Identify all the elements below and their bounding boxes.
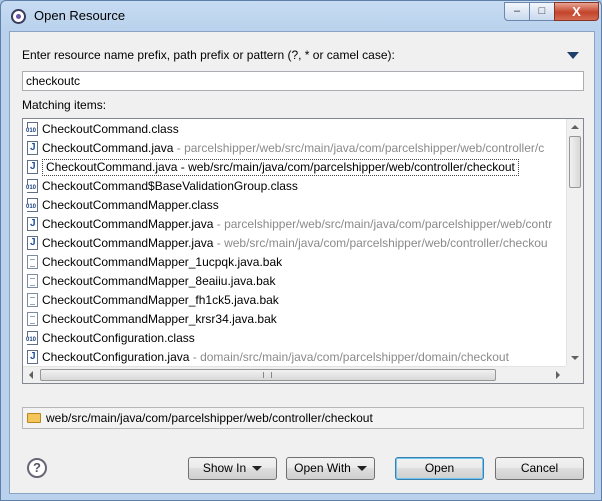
item-text: CheckoutCommandMapper_8eaiiu.java.bak [42,274,275,288]
java-file-icon [27,159,38,174]
scroll-left-icon[interactable] [29,371,33,379]
open-resource-dialog: Open Resource ‒ □ X Enter resource name … [0,0,602,501]
open-label: Open [424,461,455,475]
minimize-icon: ‒ [513,5,521,17]
text-file-icon [27,273,38,288]
minimize-button[interactable]: ‒ [504,2,530,21]
scroll-right-icon[interactable] [556,371,560,379]
matching-items-label: Matching items: [22,98,107,112]
list-item[interactable]: CheckoutCommandMapper_krsr34.java.bak [23,310,565,329]
selected-item-location: web/src/main/java/com/parcelshipper/web/… [22,407,584,429]
matching-items-rows: CheckoutCommand.class CheckoutCommand.jav… [23,119,565,364]
eclipse-icon [11,9,26,24]
scroll-down-icon[interactable] [571,356,579,360]
resource-search-input[interactable] [22,71,584,91]
list-item[interactable]: CheckoutCommandMapper.java - web/src/mai… [23,234,565,253]
pattern-prompt-label: Enter resource name prefix, path prefix … [22,48,395,62]
item-name: CheckoutConfiguration.java [42,350,190,364]
scroll-up-icon[interactable] [571,125,579,129]
maximize-icon: □ [538,5,546,17]
java-file-icon [27,216,38,231]
list-item[interactable]: CheckoutConfiguration.class [23,329,565,348]
cancel-button[interactable]: Cancel [495,457,584,480]
class-file-icon [26,330,38,345]
item-text: CheckoutCommand$BaseValidationGroup.clas… [42,179,298,193]
location-path: web/src/main/java/com/parcelshipper/web/… [46,411,373,425]
java-file-icon [27,235,38,250]
item-text: CheckoutCommandMapper.java - web/src/mai… [42,236,548,250]
class-file-icon [26,178,38,193]
list-item-selected[interactable]: CheckoutCommand.java - web/src/main/java… [23,158,565,177]
list-item[interactable]: CheckoutCommandMapper.java - parcelshipp… [23,215,565,234]
item-text: CheckoutCommandMapper_krsr34.java.bak [42,312,277,326]
item-path: - web/src/main/java/com/parcelshipper/we… [213,236,548,250]
vertical-scroll-thumb[interactable] [569,136,581,188]
item-name: CheckoutCommand.java [46,160,178,174]
horizontal-scrollbar[interactable] [23,366,566,383]
item-path: - web/src/main/java/com/parcelshipper/we… [177,160,515,174]
list-item[interactable]: CheckoutCommand$BaseValidationGroup.clas… [23,177,565,196]
text-file-icon [27,254,38,269]
vertical-scrollbar[interactable] [566,119,583,366]
item-text: CheckoutCommand.java - parcelshipper/web… [42,141,544,155]
item-name: CheckoutCommandMapper_fh1ck5.java.bak [42,293,279,307]
list-item[interactable]: CheckoutCommandMapper_1ucpqk.java.bak [23,253,565,272]
list-item[interactable]: CheckoutCommandMapper_fh1ck5.java.bak [23,291,565,310]
java-file-icon [27,140,38,155]
horizontal-scroll-thumb[interactable] [40,369,496,381]
open-button[interactable]: Open [395,457,484,480]
dialog-body: Enter resource name prefix, path prefix … [9,31,595,494]
open-with-button[interactable]: Open With [286,457,375,480]
list-item[interactable]: CheckoutCommand.class [23,120,565,139]
item-text: CheckoutCommand.class [42,122,179,136]
class-file-icon [26,121,38,136]
item-name: CheckoutCommandMapper_8eaiiu.java.bak [42,274,276,288]
class-file-icon [26,197,38,212]
item-text: CheckoutCommandMapper_fh1ck5.java.bak [42,293,279,307]
item-name: CheckoutCommandMapper_krsr34.java.bak [42,312,277,326]
list-item[interactable]: CheckoutCommand.java - parcelshipper/web… [23,139,565,158]
open-with-label: Open With [294,461,351,475]
list-item[interactable]: CheckoutConfiguration.java - domain/src/… [23,348,565,364]
view-menu-arrow-icon[interactable] [567,52,579,59]
close-button[interactable]: X [554,2,599,21]
matching-items-list[interactable]: CheckoutCommand.class CheckoutCommand.jav… [22,118,584,384]
item-path: - domain/src/main/java/com/parcelshipper… [189,350,509,364]
item-text: CheckoutCommandMapper_1ucpqk.java.bak [42,255,282,269]
item-name: CheckoutCommand.class [42,122,179,136]
text-file-icon [27,292,38,307]
close-icon: X [572,4,581,19]
chevron-down-icon [356,466,367,472]
folder-open-icon [27,412,41,423]
text-file-icon [27,311,38,326]
scrollbar-corner [566,366,583,383]
item-text: CheckoutCommand.java - web/src/main/java… [42,159,519,176]
title-bar[interactable]: Open Resource ‒ □ X [1,1,601,31]
item-name: CheckoutCommandMapper.java [42,217,214,231]
item-text: CheckoutConfiguration.class [42,331,195,345]
list-item[interactable]: CheckoutCommandMapper_8eaiiu.java.bak [23,272,565,291]
java-file-icon [27,349,38,364]
item-name: CheckoutCommandMapper_1ucpqk.java.bak [42,255,283,269]
show-in-label: Show In [202,461,247,475]
item-name: CheckoutCommandMapper.class [42,198,219,212]
item-name: CheckoutCommand$BaseValidationGroup.clas… [42,179,298,193]
list-item[interactable]: CheckoutCommandMapper.class [23,196,565,215]
maximize-button[interactable]: □ [529,2,555,21]
show-in-button[interactable]: Show In [188,457,277,480]
item-path: - parcelshipper/web/src/main/java/com/pa… [173,141,545,155]
cancel-label: Cancel [520,461,559,475]
item-text: CheckoutCommandMapper.class [42,198,219,212]
item-text: CheckoutConfiguration.java - domain/src/… [42,350,509,364]
item-text: CheckoutCommandMapper.java - parcelshipp… [42,217,552,231]
window-title: Open Resource [34,8,126,23]
help-icon[interactable]: ? [27,458,47,478]
item-path: - parcelshipper/web/src/main/java/com/pa… [213,217,553,231]
chevron-down-icon [252,466,263,472]
item-name: CheckoutCommandMapper.java [42,236,214,250]
item-name: CheckoutCommand.java [42,141,174,155]
item-name: CheckoutConfiguration.class [42,331,195,345]
